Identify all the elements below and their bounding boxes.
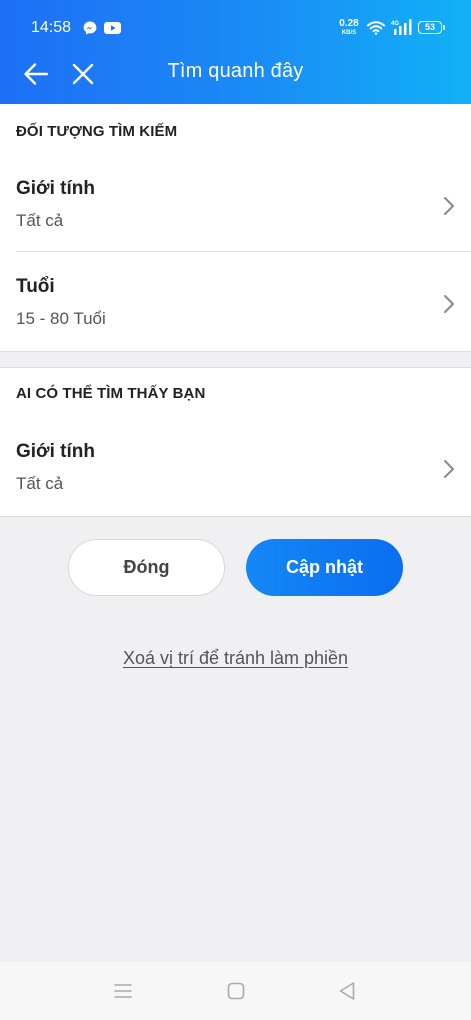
signal-icon: 4G xyxy=(391,19,412,35)
menu-icon[interactable] xyxy=(114,983,132,999)
app-header: 14:58 0.28 KB/S 4G 53 Tìm quanh đây xyxy=(0,0,471,104)
row-value: 15 - 80 Tuổi xyxy=(16,309,106,328)
youtube-icon xyxy=(104,22,121,34)
row-title: Giới tính xyxy=(16,441,95,462)
status-time: 14:58 xyxy=(31,19,72,36)
section-header-who-can-find: AI CÓ THỂ TÌM THẤY BẠN xyxy=(16,385,206,402)
messenger-icon xyxy=(83,21,97,35)
row-value: Tất cả xyxy=(16,211,64,230)
wifi-icon xyxy=(367,21,385,35)
who-can-find-section: AI CÓ THỂ TÌM THẤY BẠN Giới tính Tất cả xyxy=(0,367,471,517)
section-header-search-target: ĐỐI TƯỢNG TÌM KIẾM xyxy=(16,123,178,140)
clear-location-link[interactable]: Xoá vị trí để tránh làm phiền xyxy=(0,648,471,669)
close-button[interactable]: Đóng xyxy=(68,539,225,596)
network-speed-value: 0.28 xyxy=(339,18,359,29)
page-title: Tìm quanh đây xyxy=(167,60,304,82)
home-square-icon[interactable] xyxy=(227,982,245,1000)
update-button[interactable]: Cập nhật xyxy=(246,539,403,596)
visibility-gender-row[interactable]: Giới tính Tất cả xyxy=(0,441,471,539)
row-title: Tuổi xyxy=(16,276,55,297)
chevron-right-icon xyxy=(444,460,454,478)
search-target-section: ĐỐI TƯỢNG TÌM KIẾM Giới tính Tất cả Tuổi… xyxy=(0,104,471,352)
network-speed-unit: KB/S xyxy=(341,30,357,36)
back-triangle-icon[interactable] xyxy=(338,981,356,1001)
system-nav-bar xyxy=(0,962,471,1020)
row-title: Giới tính xyxy=(16,178,95,199)
chevron-right-icon xyxy=(444,295,454,313)
network-type: 4G xyxy=(391,21,399,27)
chevron-right-icon xyxy=(444,197,454,215)
search-gender-row[interactable]: Giới tính Tất cả xyxy=(0,178,471,276)
row-value: Tất cả xyxy=(16,474,64,493)
status-bar: 14:58 0.28 KB/S 4G 53 xyxy=(0,0,471,42)
search-age-row[interactable]: Tuổi 15 - 80 Tuổi xyxy=(0,276,471,374)
network-speed: 0.28 KB/S xyxy=(338,18,360,37)
divider xyxy=(16,251,471,252)
battery-icon: 53 xyxy=(418,21,445,34)
